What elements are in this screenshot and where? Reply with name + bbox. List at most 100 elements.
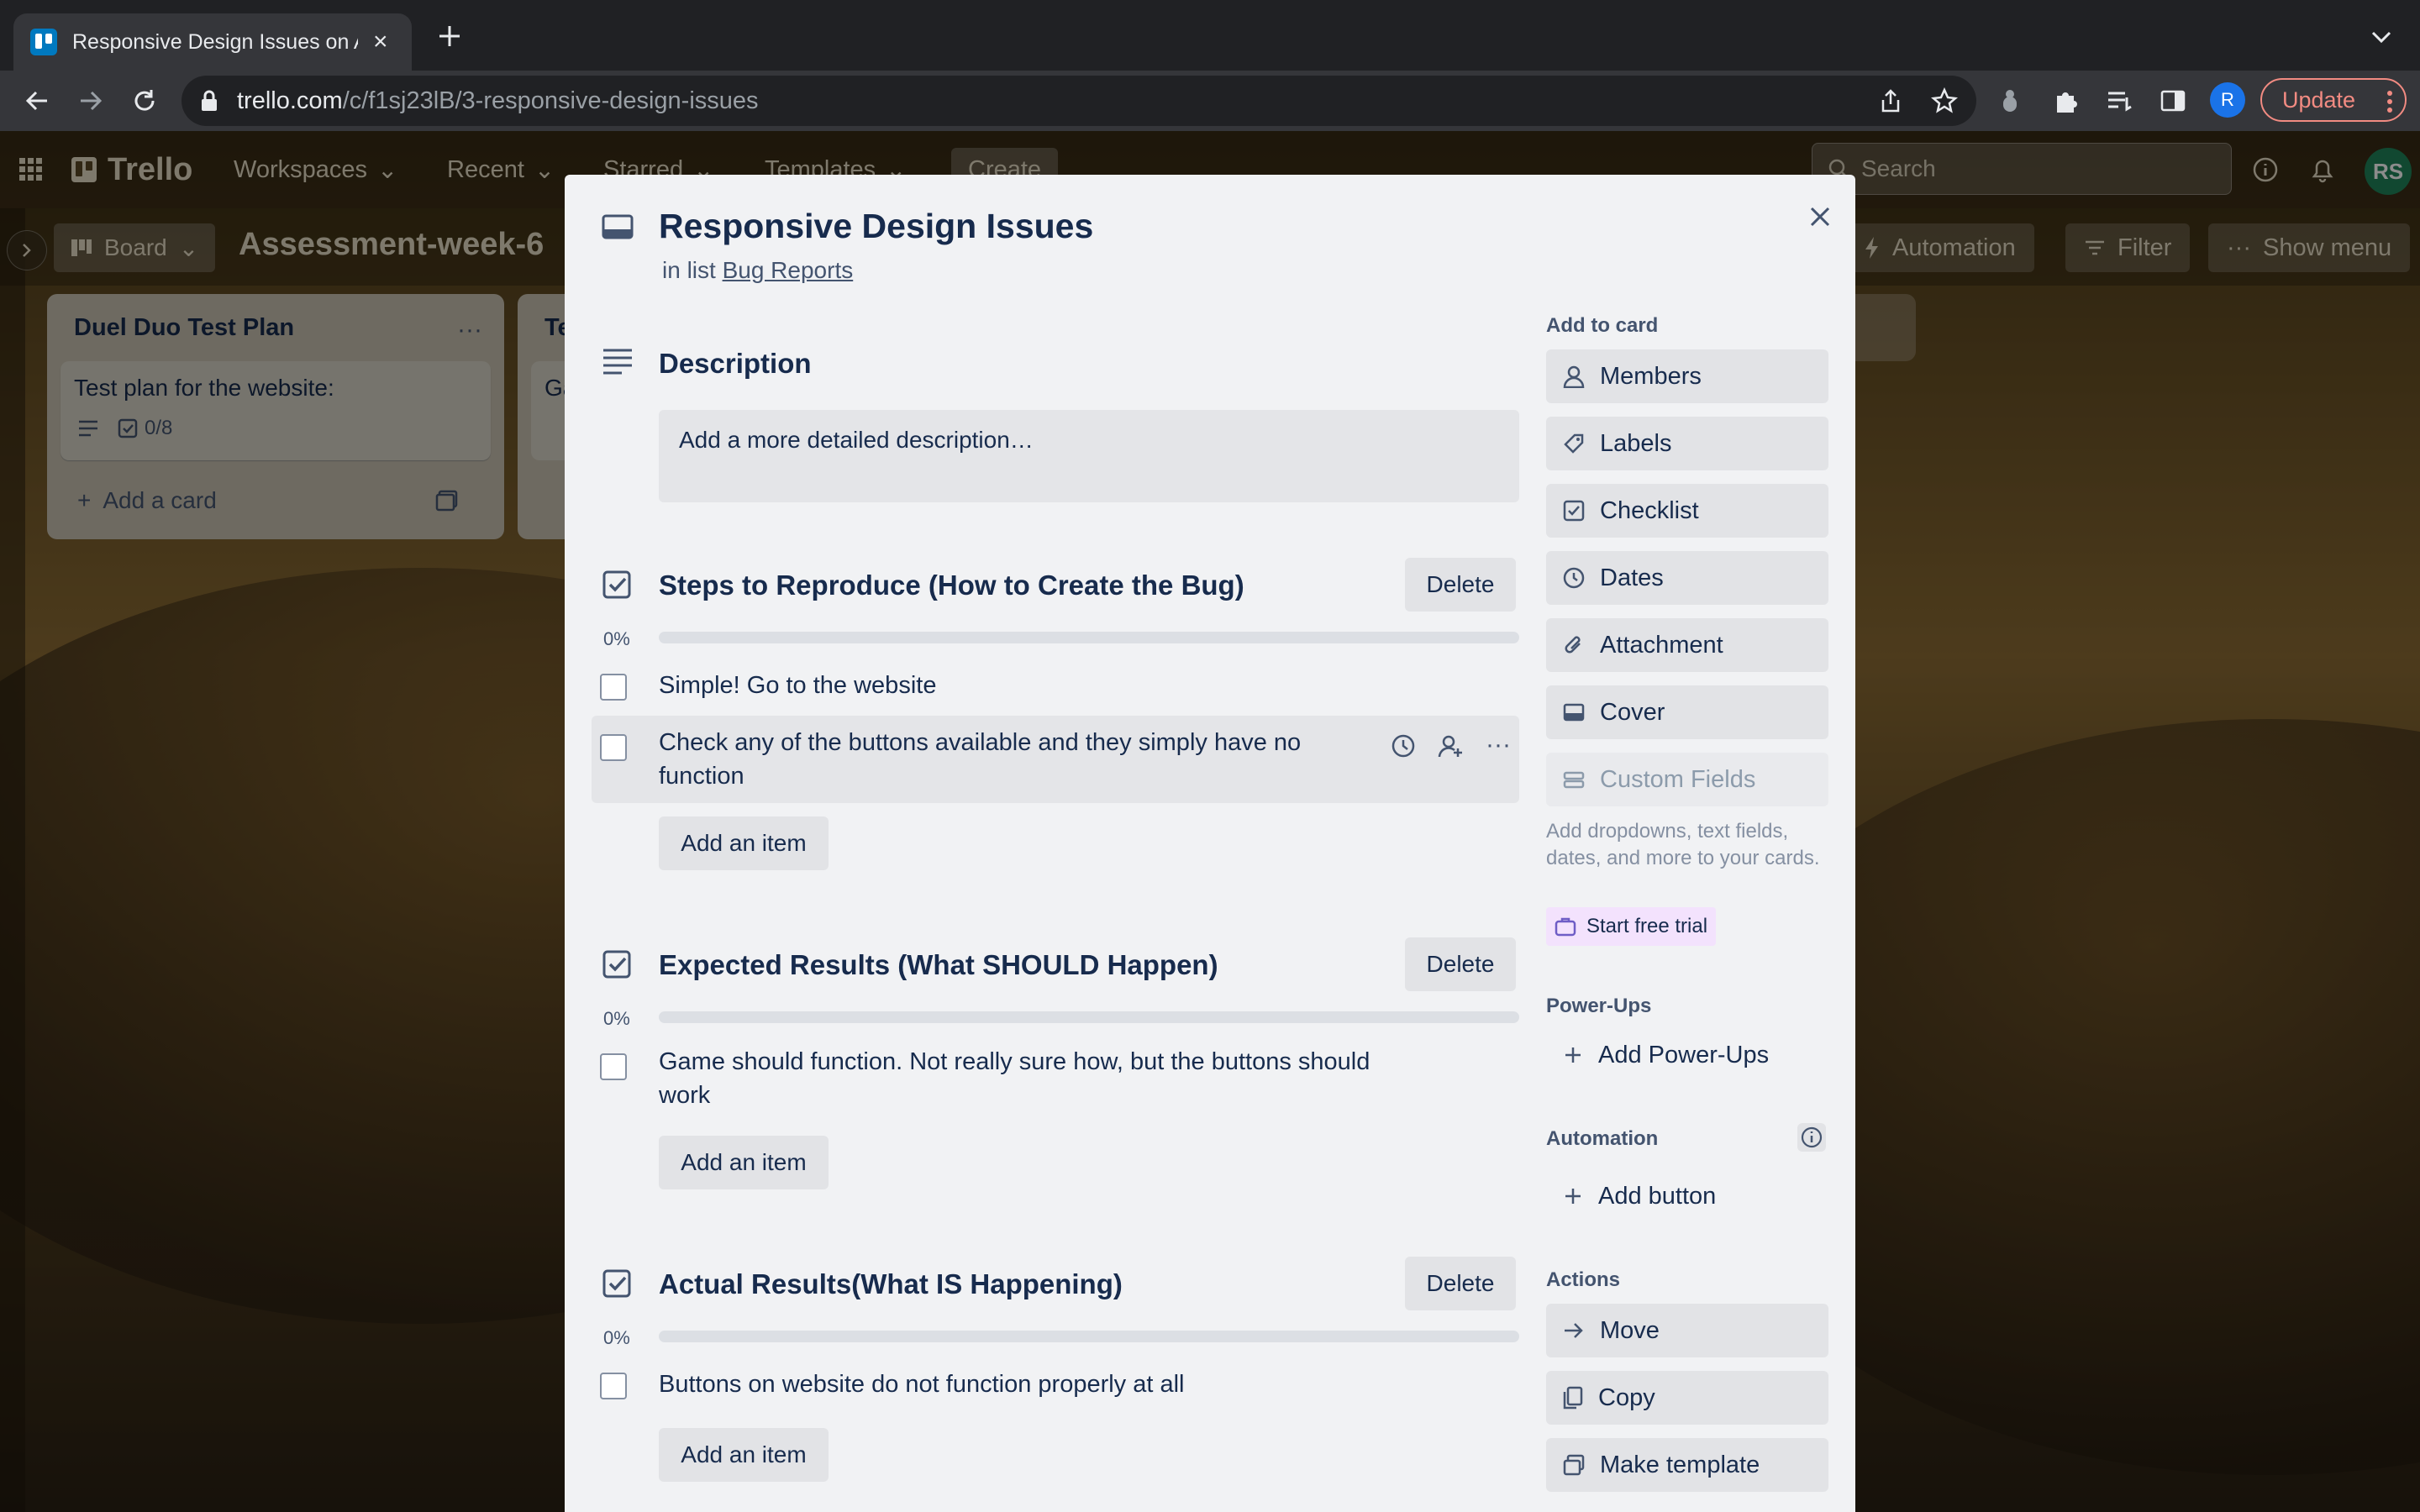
- share-icon[interactable]: [1876, 86, 1906, 116]
- custom-fields-button[interactable]: Custom Fields: [1546, 753, 1828, 806]
- more-vertical-icon[interactable]: [2386, 90, 2393, 113]
- add-button-label: Add button: [1598, 1182, 1717, 1210]
- checklist-item-text[interactable]: Buttons on website do not function prope…: [659, 1368, 1415, 1401]
- plus-icon: [1565, 1047, 1581, 1063]
- members-label: Members: [1600, 362, 1702, 390]
- cover-icon: [1563, 703, 1585, 722]
- checklist-button[interactable]: Checklist: [1546, 484, 1828, 538]
- custom-fields-label: Custom Fields: [1600, 765, 1756, 793]
- labels-button[interactable]: Labels: [1546, 417, 1828, 470]
- custom-fields-help-text: Add dropdowns, text fields, dates, and m…: [1546, 820, 1820, 869]
- copy-icon: [1563, 1386, 1583, 1410]
- trello-favicon-icon: [30, 29, 57, 55]
- make-template-label: Make template: [1600, 1451, 1760, 1478]
- bookmark-star-icon[interactable]: [1929, 86, 1960, 116]
- add-automation-button[interactable]: Add button: [1546, 1173, 1716, 1220]
- info-icon[interactable]: [1797, 1122, 1827, 1152]
- puzzle-extensions-icon[interactable]: [2050, 86, 2081, 116]
- checklist-item-text[interactable]: Game should function. Not really sure ho…: [659, 1045, 1398, 1112]
- tag-icon: [1564, 433, 1584, 454]
- template-icon: [1563, 1454, 1585, 1476]
- extension-icon[interactable]: [1995, 86, 2025, 116]
- add-checklist-item-button[interactable]: Add an item: [659, 1136, 829, 1189]
- side-panel-icon[interactable]: [2158, 86, 2188, 116]
- update-label: Update: [2282, 87, 2356, 113]
- paperclip-icon: [1565, 636, 1581, 654]
- back-arrow-icon[interactable]: [20, 84, 54, 118]
- close-tab-icon[interactable]: ×: [373, 29, 388, 55]
- person-icon: [1563, 365, 1585, 388]
- delete-checklist-button[interactable]: Delete: [1405, 558, 1516, 612]
- list-link[interactable]: Bug Reports: [723, 257, 854, 283]
- reload-icon[interactable]: [128, 84, 161, 118]
- checklist-item-checkbox[interactable]: [600, 734, 627, 761]
- delete-checklist-button[interactable]: Delete: [1405, 937, 1516, 991]
- reading-list-icon[interactable]: [2104, 86, 2134, 116]
- close-modal-button[interactable]: [1798, 195, 1842, 239]
- labels-label: Labels: [1600, 429, 1672, 457]
- checklist-icon: [602, 570, 632, 600]
- assign-member-icon[interactable]: [1437, 732, 1464, 759]
- browser-profile-avatar[interactable]: R: [2210, 82, 2245, 118]
- cover-label: Cover: [1600, 698, 1665, 726]
- attachment-label: Attachment: [1600, 631, 1723, 659]
- browser-update-button[interactable]: Update: [2260, 78, 2407, 122]
- checklist-item-checkbox[interactable]: [600, 1053, 627, 1080]
- attachment-button[interactable]: Attachment: [1546, 618, 1828, 672]
- checklist-progress-bar: [659, 1011, 1519, 1023]
- checklist-title[interactable]: Expected Results (What SHOULD Happen): [659, 949, 1218, 981]
- automation-heading: Automation: [1546, 1127, 1659, 1150]
- members-button[interactable]: Members: [1546, 349, 1828, 403]
- delete-checklist-button[interactable]: Delete: [1405, 1257, 1516, 1310]
- forward-arrow-icon[interactable]: [74, 84, 108, 118]
- checklist-item-text[interactable]: Check any of the buttons available and t…: [659, 726, 1348, 793]
- add-to-card-heading: Add to card: [1546, 314, 1659, 337]
- checklist-label: Checklist: [1600, 496, 1699, 524]
- browser-tab[interactable]: Responsive Design Issues on Assessment-w…: [13, 13, 412, 71]
- description-input[interactable]: Add a more detailed description…: [659, 410, 1519, 502]
- clock-icon: [1563, 567, 1585, 589]
- custom-fields-icon: [1563, 771, 1585, 789]
- new-tab-button[interactable]: [437, 24, 462, 49]
- url-text: trello.com/c/f1sj23lB/3-responsive-desig…: [237, 87, 759, 114]
- start-free-trial-button[interactable]: Start free trial: [1546, 907, 1717, 946]
- chevron-down-icon[interactable]: [2370, 29, 2393, 45]
- checklist-progress-percent: 0%: [603, 1008, 630, 1029]
- checklist-progress-bar: [659, 1331, 1519, 1342]
- add-checklist-item-button[interactable]: Add an item: [659, 816, 829, 870]
- checklist-item-checkbox[interactable]: [600, 674, 627, 701]
- address-bar[interactable]: trello.com/c/f1sj23lB/3-responsive-desig…: [182, 76, 1976, 126]
- copy-label: Copy: [1598, 1383, 1655, 1411]
- due-date-clock-icon[interactable]: [1390, 732, 1417, 759]
- description-icon: [602, 348, 634, 375]
- start-trial-label: Start free trial: [1586, 915, 1708, 937]
- add-checklist-item-button[interactable]: Add an item: [659, 1428, 829, 1482]
- lock-icon[interactable]: [200, 89, 218, 113]
- arrow-right-icon: [1565, 1323, 1583, 1338]
- briefcase-icon: [1555, 917, 1576, 937]
- checklist-title[interactable]: Actual Results(What IS Happening): [659, 1268, 1123, 1300]
- checklist-icon: [602, 949, 632, 979]
- cover-button[interactable]: Cover: [1546, 685, 1828, 739]
- add-powerups-button[interactable]: Add Power-Ups: [1546, 1032, 1769, 1079]
- checklist-item-text[interactable]: Simple! Go to the website: [659, 669, 1415, 702]
- add-powerups-label: Add Power-Ups: [1598, 1041, 1770, 1068]
- checklist-item-checkbox[interactable]: [600, 1373, 627, 1399]
- in-list-prefix: in list: [662, 257, 716, 283]
- checklist-progress-percent: 0%: [603, 1327, 630, 1348]
- copy-card-button[interactable]: Copy: [1546, 1371, 1828, 1425]
- description-heading: Description: [659, 348, 812, 379]
- card-title-heading[interactable]: Responsive Design Issues: [659, 207, 1093, 246]
- move-card-button[interactable]: Move: [1546, 1304, 1828, 1357]
- close-icon: [1810, 207, 1830, 227]
- card-icon: [602, 213, 634, 240]
- checklist-icon: [602, 1268, 632, 1299]
- checklist-progress-percent: 0%: [603, 628, 630, 649]
- make-template-button[interactable]: Make template: [1546, 1438, 1828, 1492]
- actions-heading: Actions: [1546, 1268, 1621, 1291]
- item-actions-more-icon[interactable]: ···: [1486, 731, 1511, 759]
- checklist-icon: [1563, 500, 1585, 522]
- checklist-title[interactable]: Steps to Reproduce (How to Create the Bu…: [659, 570, 1244, 601]
- browser-tab-title: Responsive Design Issues on Assessment-w…: [72, 29, 358, 54]
- dates-button[interactable]: Dates: [1546, 551, 1828, 605]
